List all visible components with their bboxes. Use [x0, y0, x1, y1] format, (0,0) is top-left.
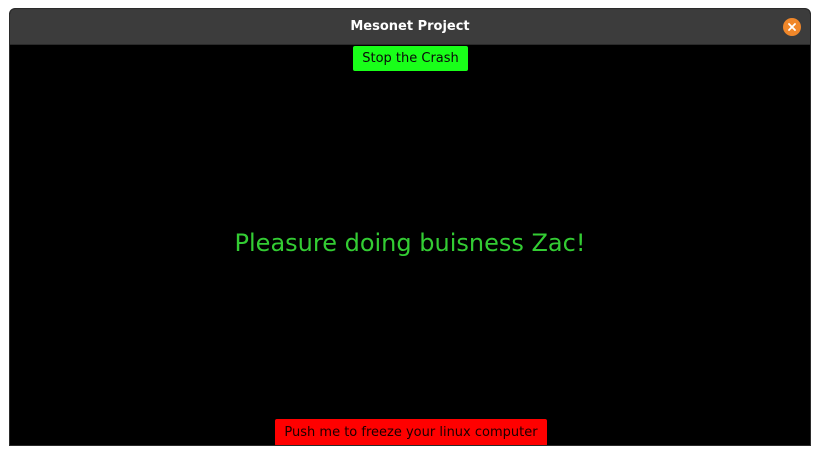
window-title: Mesonet Project — [350, 19, 470, 34]
message-text: Pleasure doing buisness Zac! — [234, 229, 586, 257]
freeze-computer-button[interactable]: Push me to freeze your linux computer — [275, 419, 547, 445]
close-icon — [787, 22, 797, 32]
close-button[interactable] — [783, 18, 801, 36]
stop-crash-button[interactable]: Stop the Crash — [353, 46, 468, 71]
title-bar[interactable]: Mesonet Project — [10, 9, 810, 45]
app-window: Mesonet Project Stop the Crash Pleasure … — [9, 8, 811, 446]
main-content: Stop the Crash Pleasure doing buisness Z… — [10, 45, 810, 445]
